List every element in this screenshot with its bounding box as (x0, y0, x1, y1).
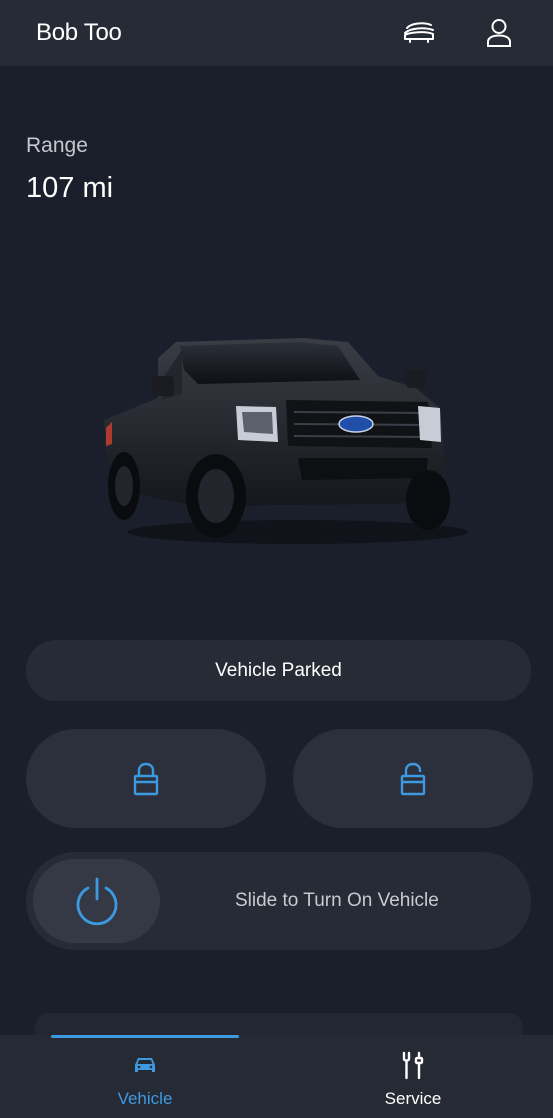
unlock-icon (400, 762, 426, 795)
account-icon[interactable] (481, 15, 517, 51)
top-app-bar: Bob Too (0, 0, 553, 66)
remote-start-slider[interactable]: Slide to Turn On Vehicle (26, 852, 531, 950)
lock-icon (133, 762, 159, 795)
vehicle-status-text: Vehicle Parked (215, 659, 342, 681)
power-icon (76, 877, 117, 926)
nav-tab-vehicle[interactable]: Vehicle (45, 1035, 245, 1118)
header-actions (401, 15, 517, 51)
slider-label: Slide to Turn On Vehicle (235, 890, 439, 911)
slider-handle[interactable] (33, 859, 160, 943)
vehicle-status: Vehicle Parked (26, 640, 531, 701)
nav-label-service: Service (384, 1089, 442, 1108)
range-value: 107 mi (26, 172, 114, 204)
bottom-navigation: Vehicle Service (0, 1035, 553, 1118)
app-screen: Bob Too Range 107 mi Vehicle Parked Slid… (0, 0, 553, 1118)
nav-label-vehicle: Vehicle (117, 1089, 173, 1108)
car-icon (130, 1051, 160, 1079)
nav-tab-service[interactable]: Service (313, 1035, 513, 1118)
vehicle-name-title: Bob Too (36, 19, 122, 46)
lock-button[interactable] (26, 729, 266, 828)
vehicle-switch-icon[interactable] (401, 15, 437, 51)
tools-icon (398, 1051, 428, 1080)
unlock-button[interactable] (293, 729, 533, 828)
vehicle-image (104, 338, 468, 544)
range-label: Range (26, 134, 88, 157)
